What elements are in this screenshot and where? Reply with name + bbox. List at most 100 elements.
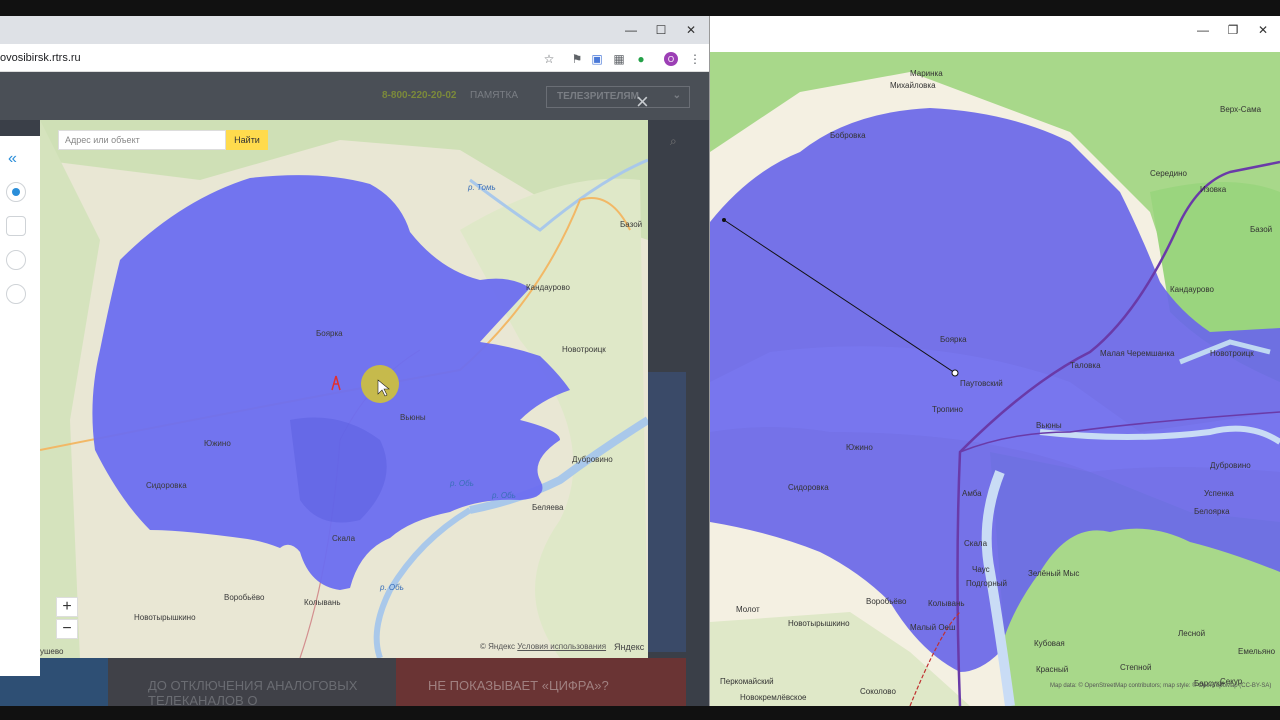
layer-radio-3[interactable] [6, 284, 26, 304]
viewers-dropdown-label: ТЕЛЕЗРИТЕЛЯМ [557, 91, 639, 102]
place-label: Вьюны [400, 413, 426, 422]
layer-radio-2[interactable] [6, 250, 26, 270]
url-text[interactable]: ovosibirsk.rtrs.ru [0, 52, 81, 64]
banner-no-digital-text: НЕ ПОКАЗЫВАЕТ «ЦИФРА»? [428, 678, 609, 693]
place-label: Кандаурово [526, 283, 571, 292]
place-label: Верх-Сама [1220, 105, 1262, 114]
terms-link[interactable]: Условия использования [517, 642, 606, 651]
place-label: Амба [962, 489, 982, 498]
place-label: Колывань [928, 599, 965, 608]
address-search-input[interactable]: Адрес или объект [58, 130, 226, 150]
screenshot-icon[interactable]: ▦ [610, 50, 628, 68]
place-label: Соколово [860, 687, 896, 696]
place-label: Лесной [1178, 629, 1205, 638]
phone-number[interactable]: 8-800-220-20-02 [382, 90, 457, 101]
place-label: Беляева [532, 503, 564, 512]
place-label: Воробьёво [866, 597, 907, 606]
yandex-logo[interactable]: Яндекс [614, 642, 644, 652]
place-label: Емельяно [1238, 647, 1276, 656]
minimize-button[interactable]: — [616, 16, 646, 44]
river-label: р. Томь [467, 183, 496, 192]
place-label: Таловка [1070, 361, 1101, 370]
place-label: Колывань [304, 598, 341, 607]
place-label: Подгорный [966, 579, 1007, 588]
place-label: Новотроицк [562, 345, 606, 354]
place-label: Белоярка [1194, 507, 1230, 516]
close-window-button[interactable]: ✕ [1248, 16, 1278, 44]
place-label: Сидоровка [788, 483, 829, 492]
zoom-in-button[interactable]: + [56, 597, 78, 617]
link-endpoint-icon [722, 218, 726, 222]
place-label: Перкомайский [720, 677, 774, 686]
collapse-double-chevron-icon[interactable]: « [8, 150, 17, 168]
place-label: Тропино [932, 405, 964, 414]
desktop: — ☐ ✕ ovosibirsk.rtrs.ru ☆ ⚑ ▣ ▦ ● O ⋮ 8… [0, 0, 1280, 720]
place-label: Дубровино [1210, 461, 1251, 470]
topo-map-window: — ❐ ✕ Маринка Михайловка Бобровка Верх-С… [710, 16, 1280, 706]
address-bar[interactable]: ovosibirsk.rtrs.ru ☆ ⚑ ▣ ▦ ● O ⋮ [0, 46, 709, 72]
place-label: Кубовая [1034, 639, 1065, 648]
river-label: р. Обь [449, 479, 474, 488]
close-modal-icon[interactable]: × [636, 91, 649, 113]
close-window-button[interactable]: ✕ [676, 16, 706, 44]
translate-icon[interactable]: ▣ [588, 50, 606, 68]
zoom-out-button[interactable]: − [56, 619, 78, 639]
coverage-map-yandex[interactable]: Боярка Кандаурово Новотроицк Вьюны Южино… [40, 120, 648, 658]
menu-kebab-icon[interactable]: ⋮ [686, 50, 704, 68]
place-label: ушево [40, 647, 64, 656]
place-label: Успенка [1204, 489, 1234, 498]
place-label: Середино [1150, 169, 1188, 178]
browser-titlebar: — ☐ ✕ [0, 16, 709, 44]
place-label: Южино [846, 443, 873, 452]
place-label: Красный [1036, 665, 1068, 674]
banner-no-digital[interactable]: НЕ ПОКАЗЫВАЕТ «ЦИФРА»? [396, 658, 686, 706]
viewers-dropdown[interactable]: ТЕЛЕЗРИТЕЛЯМ ⌄ [546, 86, 690, 108]
place-label: Новотырышкино [134, 613, 196, 622]
place-label: Молот [736, 605, 760, 614]
place-label: Изовка [1200, 185, 1227, 194]
layer-checkbox[interactable] [6, 216, 26, 236]
map-copyright: © Яндекс Условия использования [480, 642, 606, 651]
place-label: Новотырышкино [788, 619, 850, 628]
maximize-button[interactable]: ☐ [646, 16, 676, 44]
bookmark-star-icon[interactable]: ☆ [540, 50, 558, 68]
site-header: 8-800-220-20-02 ПАМЯТКА ТЕЛЕЗРИТЕЛЯМ ⌄ × [0, 72, 709, 120]
map-yandex-svg: Боярка Кандаурово Новотроицк Вьюны Южино… [40, 120, 648, 658]
river-label: р. Обь [379, 583, 404, 592]
place-label: Михайловка [890, 81, 936, 90]
tower-point-icon [951, 369, 959, 377]
layer-radio-1[interactable] [6, 182, 26, 202]
river-label: р. Обь [491, 491, 516, 500]
map-topo-svg: Маринка Михайловка Бобровка Верх-Сама Ба… [710, 52, 1280, 706]
place-label: Бобровка [830, 131, 866, 140]
place-label: Новокремлёвское [740, 693, 807, 702]
site-banner-strip [646, 372, 686, 652]
banner-analog-off[interactable]: ДО ОТКЛЮЧЕНИЯ АНАЛОГОВЫХ ТЕЛЕКАНАЛОВ О [108, 658, 398, 706]
banner-analog-off-text: ДО ОТКЛЮЧЕНИЯ АНАЛОГОВЫХ ТЕЛЕКАНАЛОВ О [148, 678, 358, 706]
place-label: Сидоровка [146, 481, 187, 490]
place-label: Вьюны [1036, 421, 1062, 430]
extension-flag-icon[interactable]: ⚑ [568, 50, 586, 68]
place-label: Скала [964, 539, 988, 548]
search-icon[interactable]: ⌕ [670, 134, 677, 149]
place-label: Базой [620, 220, 642, 229]
minimize-button[interactable]: — [1188, 16, 1218, 44]
layer-sidebar: « [0, 136, 40, 676]
profile-avatar-icon[interactable]: O [664, 52, 678, 66]
chevron-down-icon: ⌄ [672, 90, 681, 101]
place-label: Дубровино [572, 455, 613, 464]
place-label: Зелёный Мыс [1028, 569, 1079, 578]
place-label: Южино [204, 439, 231, 448]
place-label: Скала [332, 534, 356, 543]
map-attribution: Map data: © OpenStreetMap contributors; … [1050, 683, 1272, 689]
search-submit-button[interactable]: Найти [226, 130, 268, 150]
place-label: Чаус [972, 565, 990, 574]
place-label: Базой [1250, 225, 1272, 234]
place-label: Малая Черемшанка [1100, 349, 1175, 358]
place-label: Боярка [940, 335, 967, 344]
place-label: Степной [1120, 663, 1151, 672]
coverage-map-topo[interactable]: Маринка Михайловка Бобровка Верх-Сама Ба… [710, 52, 1280, 706]
maximize-button[interactable]: ❐ [1218, 16, 1248, 44]
memo-link[interactable]: ПАМЯТКА [470, 90, 518, 101]
grammarly-icon[interactable]: ● [632, 50, 650, 68]
